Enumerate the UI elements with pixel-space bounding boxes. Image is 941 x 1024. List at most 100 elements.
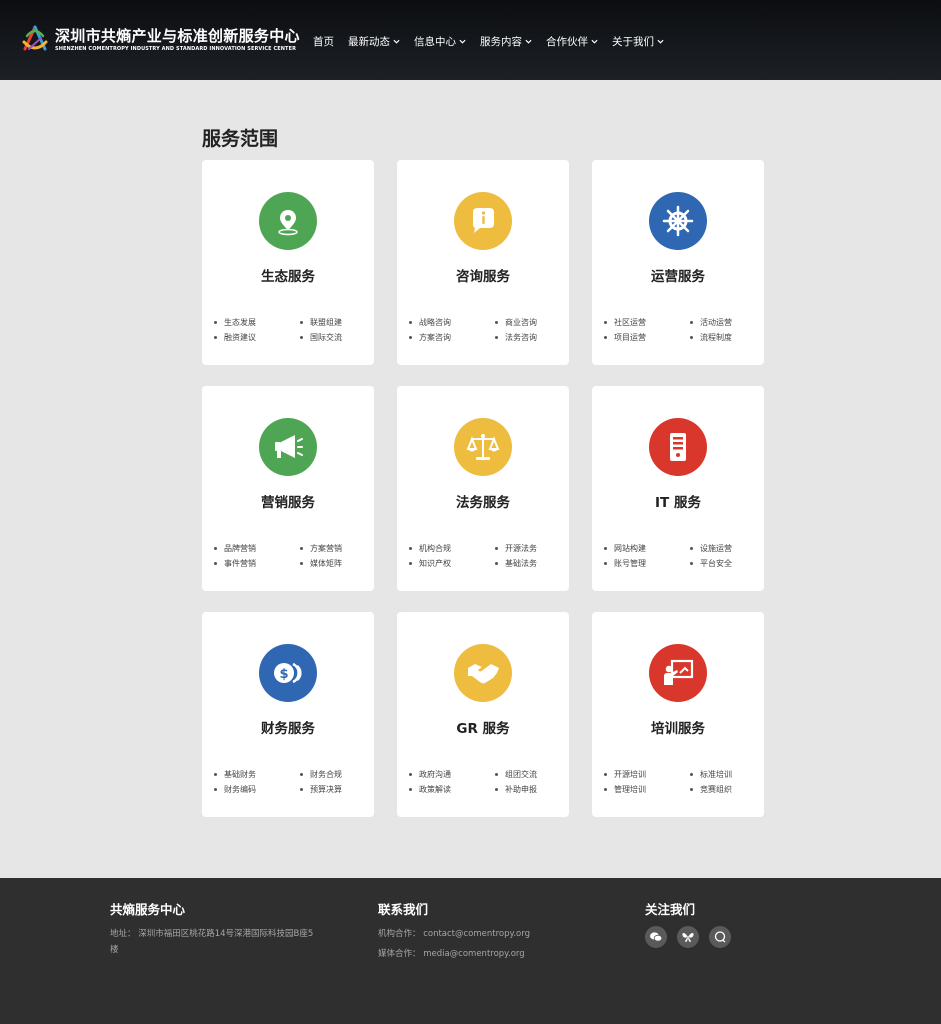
service-item: 商业咨询 (495, 318, 559, 327)
service-item: 知识产权 (409, 559, 495, 568)
service-card[interactable]: 运营服务 社区运营 活动运营 项目运营 流程制度 (592, 160, 764, 365)
nav-item-label: 信息中心 (414, 36, 456, 48)
teacher-board-icon (649, 644, 707, 702)
service-card[interactable]: 营销服务品牌营销 方案营销 事件营销 媒体矩阵 (202, 386, 374, 591)
chat-icon[interactable] (709, 926, 731, 948)
nav-item-label: 合作伙伴 (546, 36, 588, 48)
service-card-title: 生态服务 (261, 269, 315, 285)
footer-about-title: 共熵服务中心 (110, 902, 186, 917)
main-nav: 首页 最新动态 信息中心 服务内容 合作伙伴 关于我们 (313, 34, 664, 49)
footer-about: 共熵服务中心 地址： 深圳市福田区桃花路14号深港国际科技园B座5楼 (110, 899, 320, 958)
wechat-icon[interactable] (645, 926, 667, 948)
butterfly-icon[interactable] (677, 926, 699, 948)
service-item: 项目运营 (604, 333, 690, 342)
location-pin-icon (259, 192, 317, 250)
service-card[interactable]: IT 服务网站构建 设施运营 账号管理 平台安全 (592, 386, 764, 591)
service-item: 融资建议 (214, 333, 300, 342)
footer-contact: 联系我们 机构合作： contact@comentropy.org 媒体合作： … (378, 899, 530, 962)
footer-follow-title: 关注我们 (645, 902, 696, 917)
service-item: 管理培训 (604, 785, 690, 794)
megaphone-icon (259, 418, 317, 476)
service-card[interactable]: 咨询服务战略咨询 商业咨询 方案咨询 法务咨询 (397, 160, 569, 365)
chevron-down-icon (393, 39, 400, 44)
nav-item[interactable]: 关于我们 (612, 34, 664, 49)
service-item: 联盟组建 (300, 318, 364, 327)
nav-item-label: 最新动态 (348, 36, 390, 48)
service-item: 方案咨询 (409, 333, 495, 342)
service-item: 政策解读 (409, 785, 495, 794)
service-item: 竞赛组织 (690, 785, 754, 794)
handshake-icon (454, 644, 512, 702)
chevron-down-icon (657, 39, 664, 44)
service-card-title: 法务服务 (456, 495, 510, 511)
service-item: 财务合规 (300, 770, 364, 779)
service-item: 基础法务 (495, 559, 559, 568)
service-item: 开源培训 (604, 770, 690, 779)
service-item: 网站构建 (604, 544, 690, 553)
server-icon (649, 418, 707, 476)
service-card-title: 财务服务 (261, 721, 315, 737)
service-item: 基础财务 (214, 770, 300, 779)
service-card-title: GR 服务 (456, 721, 510, 737)
brand[interactable]: 深圳市共熵产业与标准创新服务中心 SHENZHEN COMENTROPY IND… (55, 27, 300, 53)
service-item-list: 战略咨询 商业咨询 方案咨询 法务咨询 (409, 318, 559, 342)
service-item: 标准培训 (690, 770, 754, 779)
footer-follow: 关注我们 (645, 899, 731, 948)
service-card-title: 咨询服务 (456, 269, 510, 285)
footer-media-line: 媒体合作： media@comentropy.org (378, 949, 525, 959)
info-icon (454, 192, 512, 250)
service-item: 生态发展 (214, 318, 300, 327)
service-item: 媒体矩阵 (300, 559, 364, 568)
chevron-down-icon (459, 39, 466, 44)
nav-item[interactable]: 合作伙伴 (546, 34, 598, 49)
chevron-down-icon (525, 39, 532, 44)
service-item: 开源法务 (495, 544, 559, 553)
site-header: 深圳市共熵产业与标准创新服务中心 SHENZHEN COMENTROPY IND… (0, 0, 941, 80)
service-card-title: 培训服务 (651, 721, 705, 737)
service-item: 设施运营 (690, 544, 754, 553)
service-item-list: 机构合规 开源法务 知识产权 基础法务 (409, 544, 559, 568)
service-card[interactable]: 培训服务开源培训 标准培训 管理培训 竞赛组织 (592, 612, 764, 817)
service-card[interactable]: $ 财务服务基础财务 财务合规 财务编码 预算决算 (202, 612, 374, 817)
logo-icon[interactable] (21, 24, 49, 54)
nav-item-label: 关于我们 (612, 36, 654, 48)
nav-item[interactable]: 首页 (313, 34, 334, 49)
service-item: 预算决算 (300, 785, 364, 794)
service-item-list: 基础财务 财务合规 财务编码 预算决算 (214, 770, 364, 794)
brand-name-cn: 深圳市共熵产业与标准创新服务中心 (55, 27, 300, 45)
service-item: 平台安全 (690, 559, 754, 568)
service-item: 政府沟通 (409, 770, 495, 779)
service-item: 战略咨询 (409, 318, 495, 327)
chevron-down-icon (591, 39, 598, 44)
service-item: 财务编码 (214, 785, 300, 794)
nav-item[interactable]: 服务内容 (480, 34, 532, 49)
footer-contact-title: 联系我们 (378, 902, 429, 917)
service-item-list: 社区运营 活动运营 项目运营 流程制度 (604, 318, 754, 342)
footer-address: 地址： 深圳市福田区桃花路14号深港国际科技园B座5楼 (110, 929, 314, 955)
nav-item[interactable]: 最新动态 (348, 34, 400, 49)
service-item: 账号管理 (604, 559, 690, 568)
service-card[interactable]: 法务服务机构合规 开源法务 知识产权 基础法务 (397, 386, 569, 591)
service-item: 国际交流 (300, 333, 364, 342)
service-item-list: 政府沟通 组团交流 政策解读 补助申报 (409, 770, 559, 794)
service-item: 社区运营 (604, 318, 690, 327)
service-item: 事件营销 (214, 559, 300, 568)
service-card[interactable]: GR 服务政府沟通 组团交流 政策解读 补助申报 (397, 612, 569, 817)
service-item-list: 开源培训 标准培训 管理培训 竞赛组织 (604, 770, 754, 794)
service-item: 方案营销 (300, 544, 364, 553)
site-footer: 共熵服务中心 地址： 深圳市福田区桃花路14号深港国际科技园B座5楼 联系我们 … (0, 878, 941, 1024)
service-item: 法务咨询 (495, 333, 559, 342)
service-card-title: 营销服务 (261, 495, 315, 511)
svg-text:$: $ (279, 667, 288, 682)
section-title: 服务范围 (202, 128, 279, 150)
service-card-title: IT 服务 (655, 495, 701, 511)
service-item-list: 网站构建 设施运营 账号管理 平台安全 (604, 544, 754, 568)
service-card[interactable]: 生态服务生态发展 联盟组建 融资建议 国际交流 (202, 160, 374, 365)
service-item: 活动运营 (690, 318, 754, 327)
scale-icon (454, 418, 512, 476)
nav-item[interactable]: 信息中心 (414, 34, 466, 49)
service-item: 组团交流 (495, 770, 559, 779)
service-item: 品牌营销 (214, 544, 300, 553)
nav-item-label: 服务内容 (480, 36, 522, 48)
service-item: 流程制度 (690, 333, 754, 342)
